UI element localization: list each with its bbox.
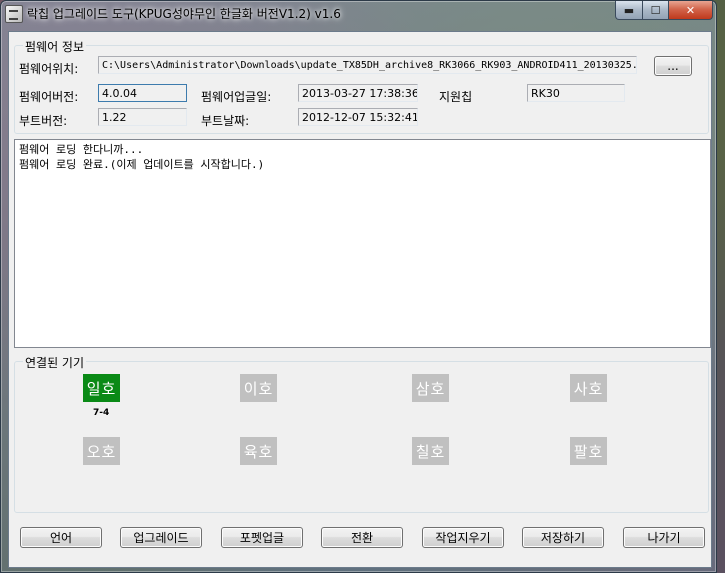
device-slot-4[interactable]: 사호 xyxy=(570,374,607,402)
maximize-icon: ☐ xyxy=(650,3,661,17)
firmware-location-label: 펌웨어위치: xyxy=(19,62,79,76)
firmware-version-label: 펌웨어버전: xyxy=(19,90,79,104)
browse-button[interactable]: ... xyxy=(654,56,692,76)
log-line: 펌웨어 로딩 완료.(이제 업데이트를 시작합니다.) xyxy=(19,158,265,171)
device-slot-5[interactable]: 오호 xyxy=(83,437,120,465)
minimize-button[interactable]: ▬ xyxy=(615,1,643,20)
device-slot-6[interactable]: 육호 xyxy=(240,437,277,465)
exit-button[interactable]: 나가기 xyxy=(623,527,705,548)
device-slot-8[interactable]: 팔호 xyxy=(570,437,607,465)
app-window: 락칩 업그레이드 도구(KPUG성야무인 한글화 버전V1.2) v1.6 ▬ … xyxy=(0,0,717,573)
device-slot-7[interactable]: 칠호 xyxy=(412,437,449,465)
chip-field[interactable]: RK30 xyxy=(527,84,625,102)
firmware-upload-date-field[interactable]: 2013-03-27 17:38:36 xyxy=(298,84,418,102)
firmware-location-field[interactable]: C:\Users\Administrator\Downloads\update_… xyxy=(98,56,637,74)
firmware-info-group: 펌웨어 정보 펌웨어위치: C:\Users\Administrator\Dow… xyxy=(14,38,709,134)
boot-date-field[interactable]: 2012-12-07 15:32:41 xyxy=(298,108,418,126)
app-icon[interactable] xyxy=(5,5,23,23)
maximize-button[interactable]: ☐ xyxy=(643,1,669,20)
window-controls: ▬ ☐ ✕ xyxy=(615,1,713,20)
minimize-icon: ▬ xyxy=(623,3,635,17)
connected-devices-group: 연결된 기기 일호 7-4 이호 삼호 사호 오호 육호 칠호 팔호 xyxy=(14,354,709,513)
close-button[interactable]: ✕ xyxy=(669,1,713,20)
clear-log-button[interactable]: 작업지우기 xyxy=(422,527,504,548)
boot-date-label: 부트날짜: xyxy=(201,114,250,128)
switch-button[interactable]: 전환 xyxy=(321,527,403,548)
device-slot-2[interactable]: 이호 xyxy=(240,374,277,402)
log-line: 펌웨어 로딩 한다니까... xyxy=(19,143,144,156)
window-title: 락칩 업그레이드 도구(KPUG성야무인 한글화 버전V1.2) v1.6 xyxy=(27,7,341,21)
firmware-info-title: 펌웨어 정보 xyxy=(23,38,87,55)
log-output[interactable]: 펌웨어 로딩 한다니까... 펌웨어 로딩 완료.(이제 업데이트를 시작합니다… xyxy=(14,139,711,348)
title-bar[interactable]: 락칩 업그레이드 도구(KPUG성야무인 한글화 버전V1.2) v1.6 ▬ … xyxy=(1,1,716,27)
upgrade-button[interactable]: 업그레이드 xyxy=(120,527,202,548)
firmware-upload-date-label: 펌웨어업글일: xyxy=(201,90,272,104)
boot-version-label: 부트버전: xyxy=(19,114,68,128)
boot-version-field[interactable]: 1.22 xyxy=(98,108,187,126)
connected-devices-title: 연결된 기기 xyxy=(23,354,87,371)
language-button[interactable]: 언어 xyxy=(20,527,102,548)
chip-label: 지원칩 xyxy=(439,90,473,104)
client-area: 펌웨어 정보 펌웨어위치: C:\Users\Administrator\Dow… xyxy=(8,31,712,568)
device-slot-3[interactable]: 삼호 xyxy=(412,374,449,402)
close-icon: ✕ xyxy=(685,3,696,17)
device-slot-1[interactable]: 일호 xyxy=(83,374,120,402)
save-button[interactable]: 저장하기 xyxy=(522,527,604,548)
device-slot-1-sub: 7-4 xyxy=(93,408,110,418)
firmware-version-field[interactable]: 4.0.04 xyxy=(98,84,187,102)
format-flash-button[interactable]: 포펫업글 xyxy=(221,527,303,548)
